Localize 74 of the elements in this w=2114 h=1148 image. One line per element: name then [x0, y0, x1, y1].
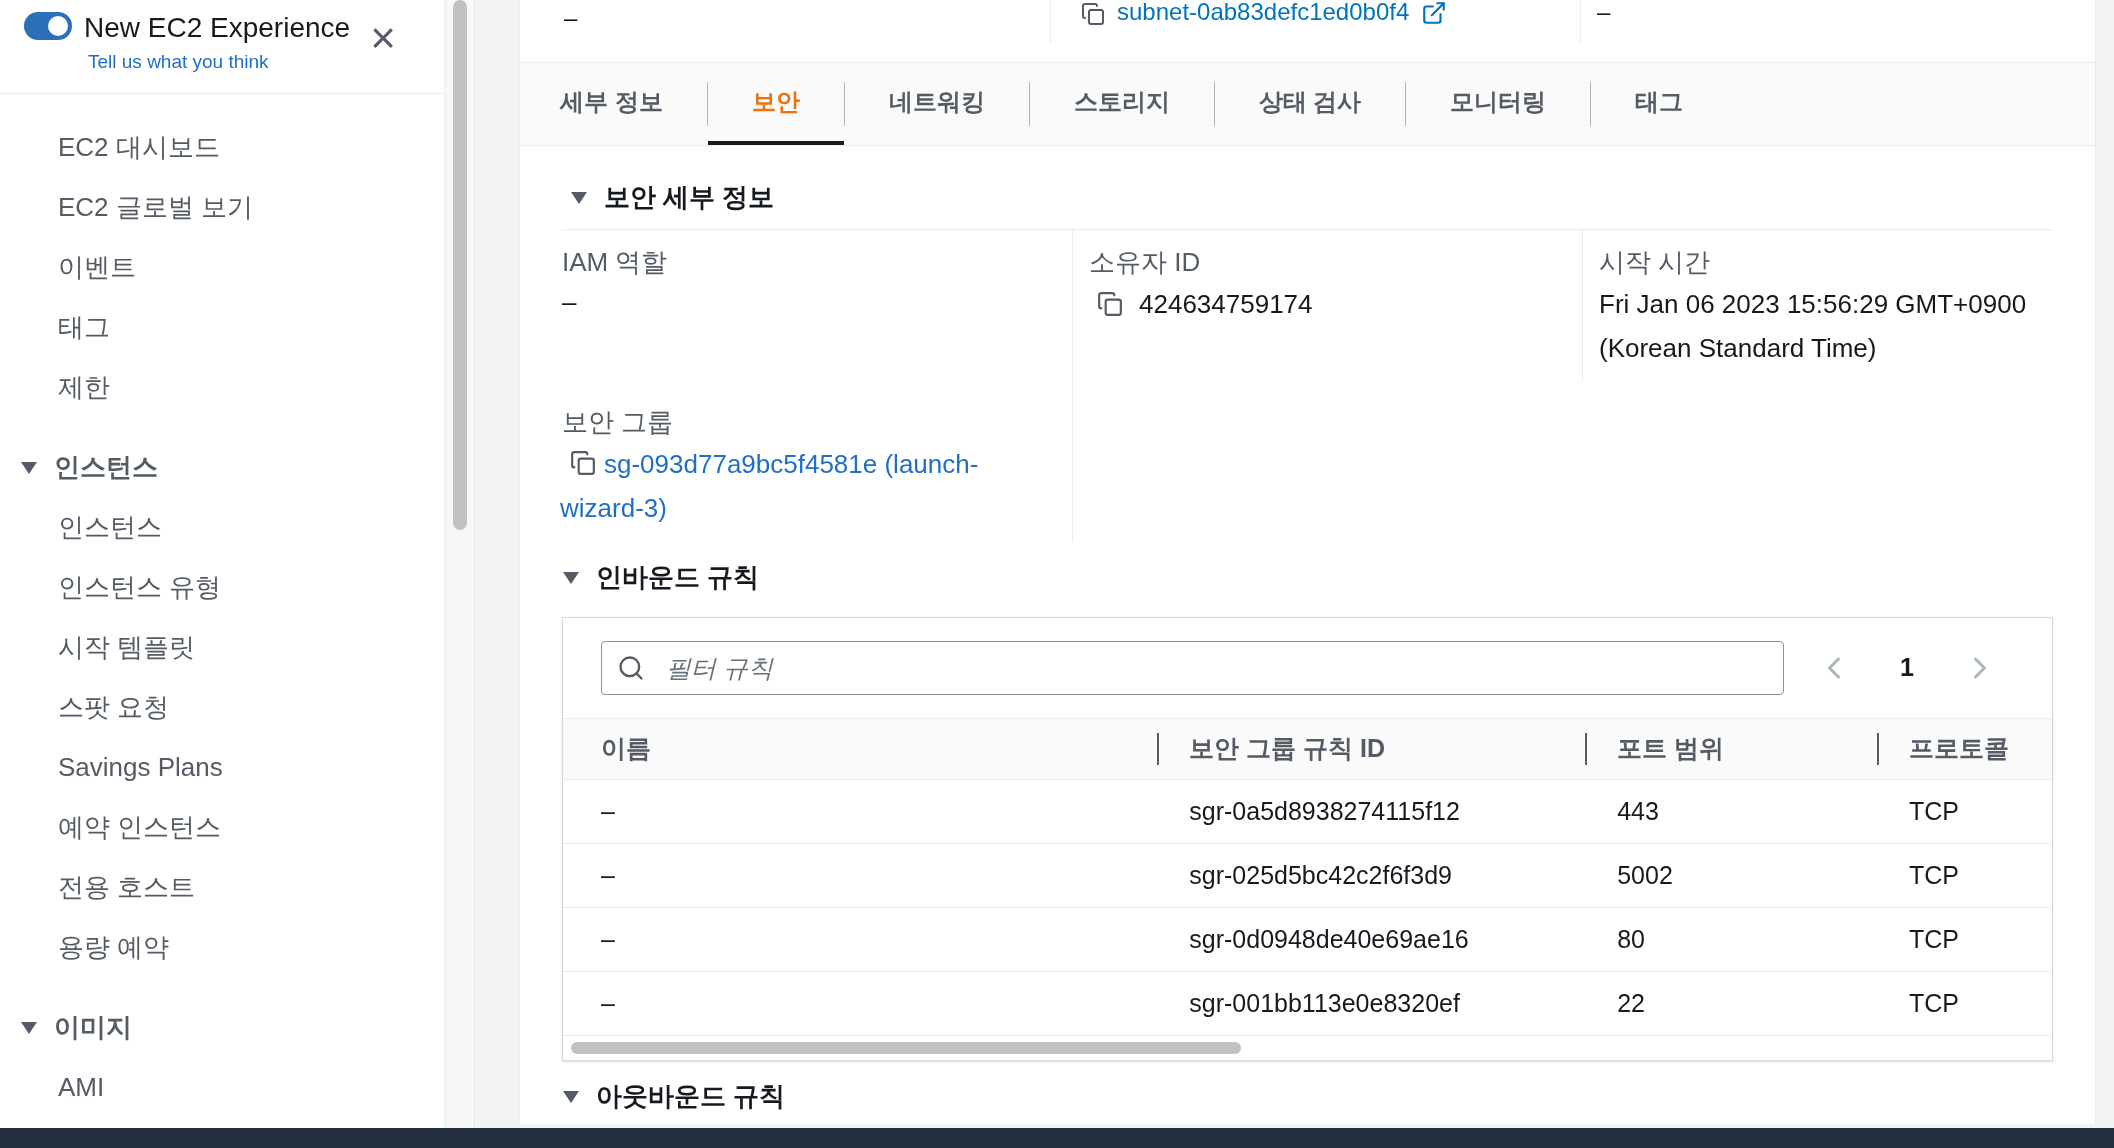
tab[interactable]: 태그 [1591, 63, 1728, 145]
table-cell-text: 5002 [1617, 859, 1673, 891]
section-title[interactable]: 인바운드 규칙 [596, 558, 760, 597]
table-cell-text: TCP [1908, 859, 1959, 891]
owner-id-value: 424634759174 [1139, 288, 1313, 321]
close-button[interactable]: × [370, 16, 396, 60]
field-label: 보안 그룹 [562, 406, 675, 439]
feedback-link[interactable]: Tell us what you think [84, 48, 359, 77]
caret-icon[interactable] [570, 190, 588, 205]
sidebar-item[interactable]: 제한 [0, 357, 444, 418]
sidebar-section-title[interactable]: 이미지 [54, 1008, 132, 1047]
table-cell-text: – [601, 987, 615, 1019]
table-cell-text: 80 [1617, 923, 1645, 955]
sidebar-section-title[interactable]: 인스턴스 [54, 448, 158, 487]
section-title[interactable]: 아웃바운드 규칙 [596, 1077, 786, 1116]
sidebar-item[interactable]: 전용 호스트 [0, 857, 444, 918]
column-header[interactable]: 보안 그룹 규칙 ID [1189, 730, 1386, 768]
sidebar-item[interactable]: EC2 대시보드 [0, 117, 444, 178]
copy-icon[interactable] [1081, 2, 1105, 26]
field-label: 소유자 ID [1089, 246, 1202, 279]
table-cell-text: 22 [1617, 987, 1645, 1019]
caret-icon[interactable] [562, 570, 580, 585]
tab[interactable]: 네트워킹 [844, 63, 1029, 145]
field-label: IAM 역할 [562, 246, 669, 279]
tab[interactable]: 상태 검사 [1214, 63, 1406, 145]
table-cell-text: – [601, 923, 615, 955]
table-cell-text: TCP [1908, 923, 1959, 955]
external-link-icon[interactable] [1421, 0, 1448, 26]
column-header[interactable]: 프로토콜 [1908, 730, 2009, 768]
table-cell-text: sgr-001bb113e0e8320ef [1189, 987, 1460, 1019]
sidebar-item[interactable]: 인스턴스 유형 [0, 557, 444, 618]
column-header[interactable]: 포트 범위 [1617, 730, 1725, 768]
table-cell-text: TCP [1908, 795, 1959, 827]
table-cell-text: TCP [1908, 987, 1959, 1019]
tab[interactable]: 모니터링 [1406, 63, 1591, 145]
field-value: – [562, 286, 578, 319]
tab[interactable]: 세부 정보 [540, 63, 707, 145]
search-icon [617, 654, 645, 682]
sidebar-item[interactable]: 인스턴스 [0, 497, 444, 558]
caret-icon[interactable] [20, 1020, 38, 1035]
caret-icon[interactable] [562, 1089, 580, 1104]
security-group-link[interactable]: sg-093d77a9bc5f4581e (launch-wizard-3) [560, 442, 1056, 530]
sidebar-item[interactable]: AMI [0, 1057, 444, 1118]
sidebar-item[interactable]: Savings Plans [0, 737, 444, 798]
sidebar-item[interactable]: 태그 [0, 297, 444, 358]
table-cell-text: sgr-025d5bc42c2f6f3d9 [1189, 859, 1452, 891]
field-value: – [563, 3, 579, 33]
field-value: – [1580, 0, 1611, 44]
scrollbar-thumb[interactable] [452, 0, 467, 530]
sidebar-item[interactable]: 이벤트 [0, 237, 444, 298]
caret-icon[interactable] [20, 460, 38, 475]
tab[interactable]: 스토리지 [1029, 63, 1214, 145]
toggle-switch[interactable] [24, 12, 72, 40]
sidebar-item[interactable]: 스팟 요청 [0, 677, 444, 738]
sidebar-item[interactable]: 시작 템플릿 [0, 617, 444, 678]
table-cell-text: sgr-0a5d8938274115f12 [1189, 795, 1460, 827]
horizontal-scrollbar[interactable] [571, 1042, 1241, 1054]
section-title[interactable]: 보안 세부 정보 [604, 178, 775, 217]
copy-icon[interactable] [1097, 291, 1123, 317]
table-cell-text: – [601, 795, 615, 827]
table-cell-text: 443 [1617, 795, 1659, 827]
subnet-link[interactable]: subnet-0ab83defc1ed0b0f4 [1117, 0, 1410, 24]
table-cell-text: sgr-0d0948de40e69ae16 [1189, 923, 1469, 955]
sidebar-item[interactable]: 예약 인스턴스 [0, 797, 444, 858]
field-label: 시작 시간 [1599, 246, 1712, 279]
column-header[interactable]: 이름 [601, 730, 651, 768]
table-cell-text: – [601, 859, 615, 891]
sidebar-item[interactable]: 용량 예약 [0, 917, 444, 978]
sidebar-item[interactable]: EC2 글로벌 보기 [0, 177, 444, 238]
copy-icon[interactable] [570, 450, 596, 476]
filter-field[interactable]: 필터 규칙 [601, 641, 1785, 695]
banner-title: New EC2 Experience [84, 11, 352, 45]
launch-time-value: Fri Jan 06 2023 15:56:29 GMT+0900 (Korean Standard Time) [1599, 288, 2028, 365]
page-number[interactable]: 1 [1884, 649, 1930, 687]
